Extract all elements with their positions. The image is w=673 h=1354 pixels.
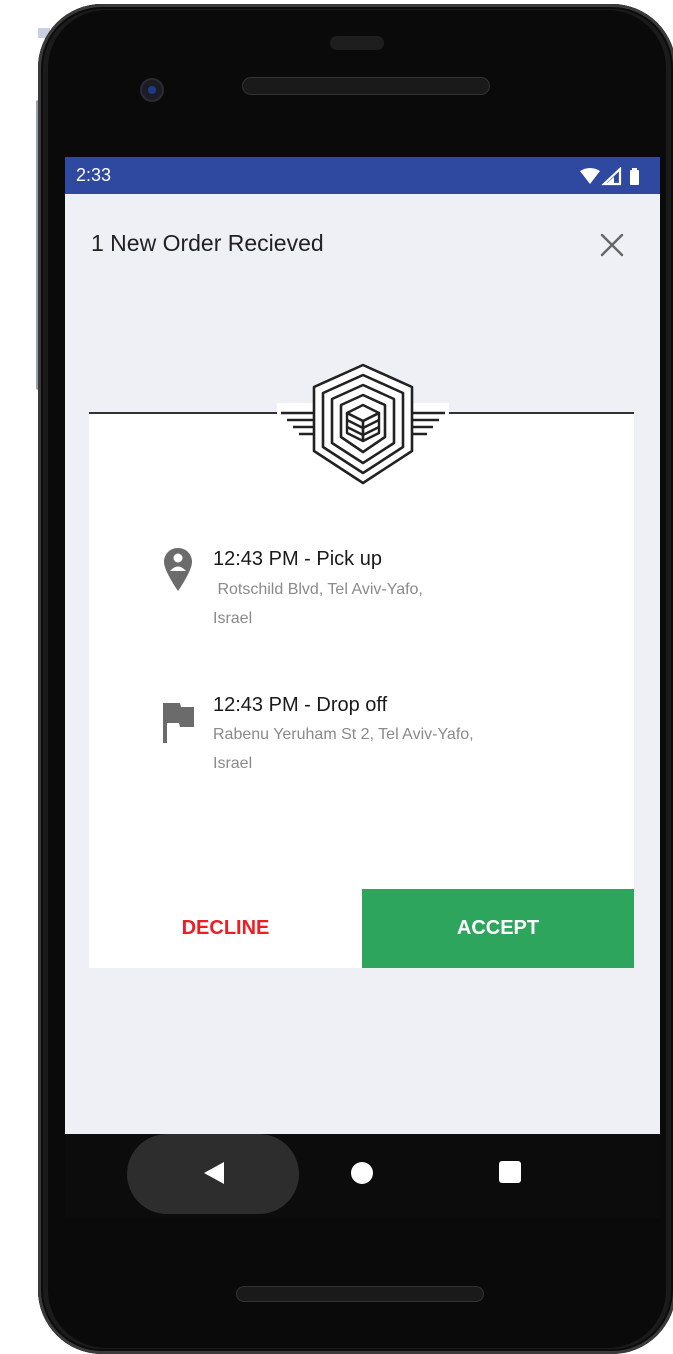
location-pin-icon <box>163 547 193 591</box>
dropoff-address-line1: Rabenu Yeruham St 2, Tel Aviv-Yafo, <box>213 726 474 743</box>
status-icons <box>578 167 648 186</box>
top-speaker <box>242 77 490 95</box>
hexagon-cube-logo <box>277 363 449 487</box>
pickup-address-line2: Israel <box>213 610 253 627</box>
home-circle-icon[interactable] <box>351 1162 373 1184</box>
status-time: 2:33 <box>76 165 112 185</box>
recents-square-icon[interactable] <box>499 1161 521 1183</box>
app-screen: 2:33 1 New Order Recieved 12:43 PM - Pic… <box>65 157 660 1134</box>
order-card: 12:43 PM - Pick up Rotschild Blvd, Tel A… <box>89 413 634 968</box>
flag-icon <box>162 701 194 745</box>
wifi-icon <box>580 168 600 184</box>
battery-icon <box>630 168 639 185</box>
back-triangle-icon[interactable] <box>203 1161 225 1185</box>
sensor-pill <box>330 36 384 50</box>
accept-button[interactable]: ACCEPT <box>362 889 634 968</box>
pickup-address-line1: Rotschild Blvd, Tel Aviv-Yafo, <box>213 581 423 598</box>
navigation-bar <box>65 1134 660 1218</box>
status-bar: 2:33 <box>65 157 660 194</box>
pickup-time: 12:43 PM - Pick up <box>213 548 382 570</box>
close-icon[interactable] <box>598 231 626 259</box>
dialog-title: 1 New Order Recieved <box>91 230 324 256</box>
decline-button[interactable]: DECLINE <box>89 889 362 968</box>
signal-icon <box>601 167 622 186</box>
dropoff-time: 12:43 PM - Drop off <box>213 694 388 716</box>
dropoff-address-line2: Israel <box>213 755 253 772</box>
camera-icon <box>140 78 164 102</box>
bottom-speaker <box>236 1286 484 1302</box>
